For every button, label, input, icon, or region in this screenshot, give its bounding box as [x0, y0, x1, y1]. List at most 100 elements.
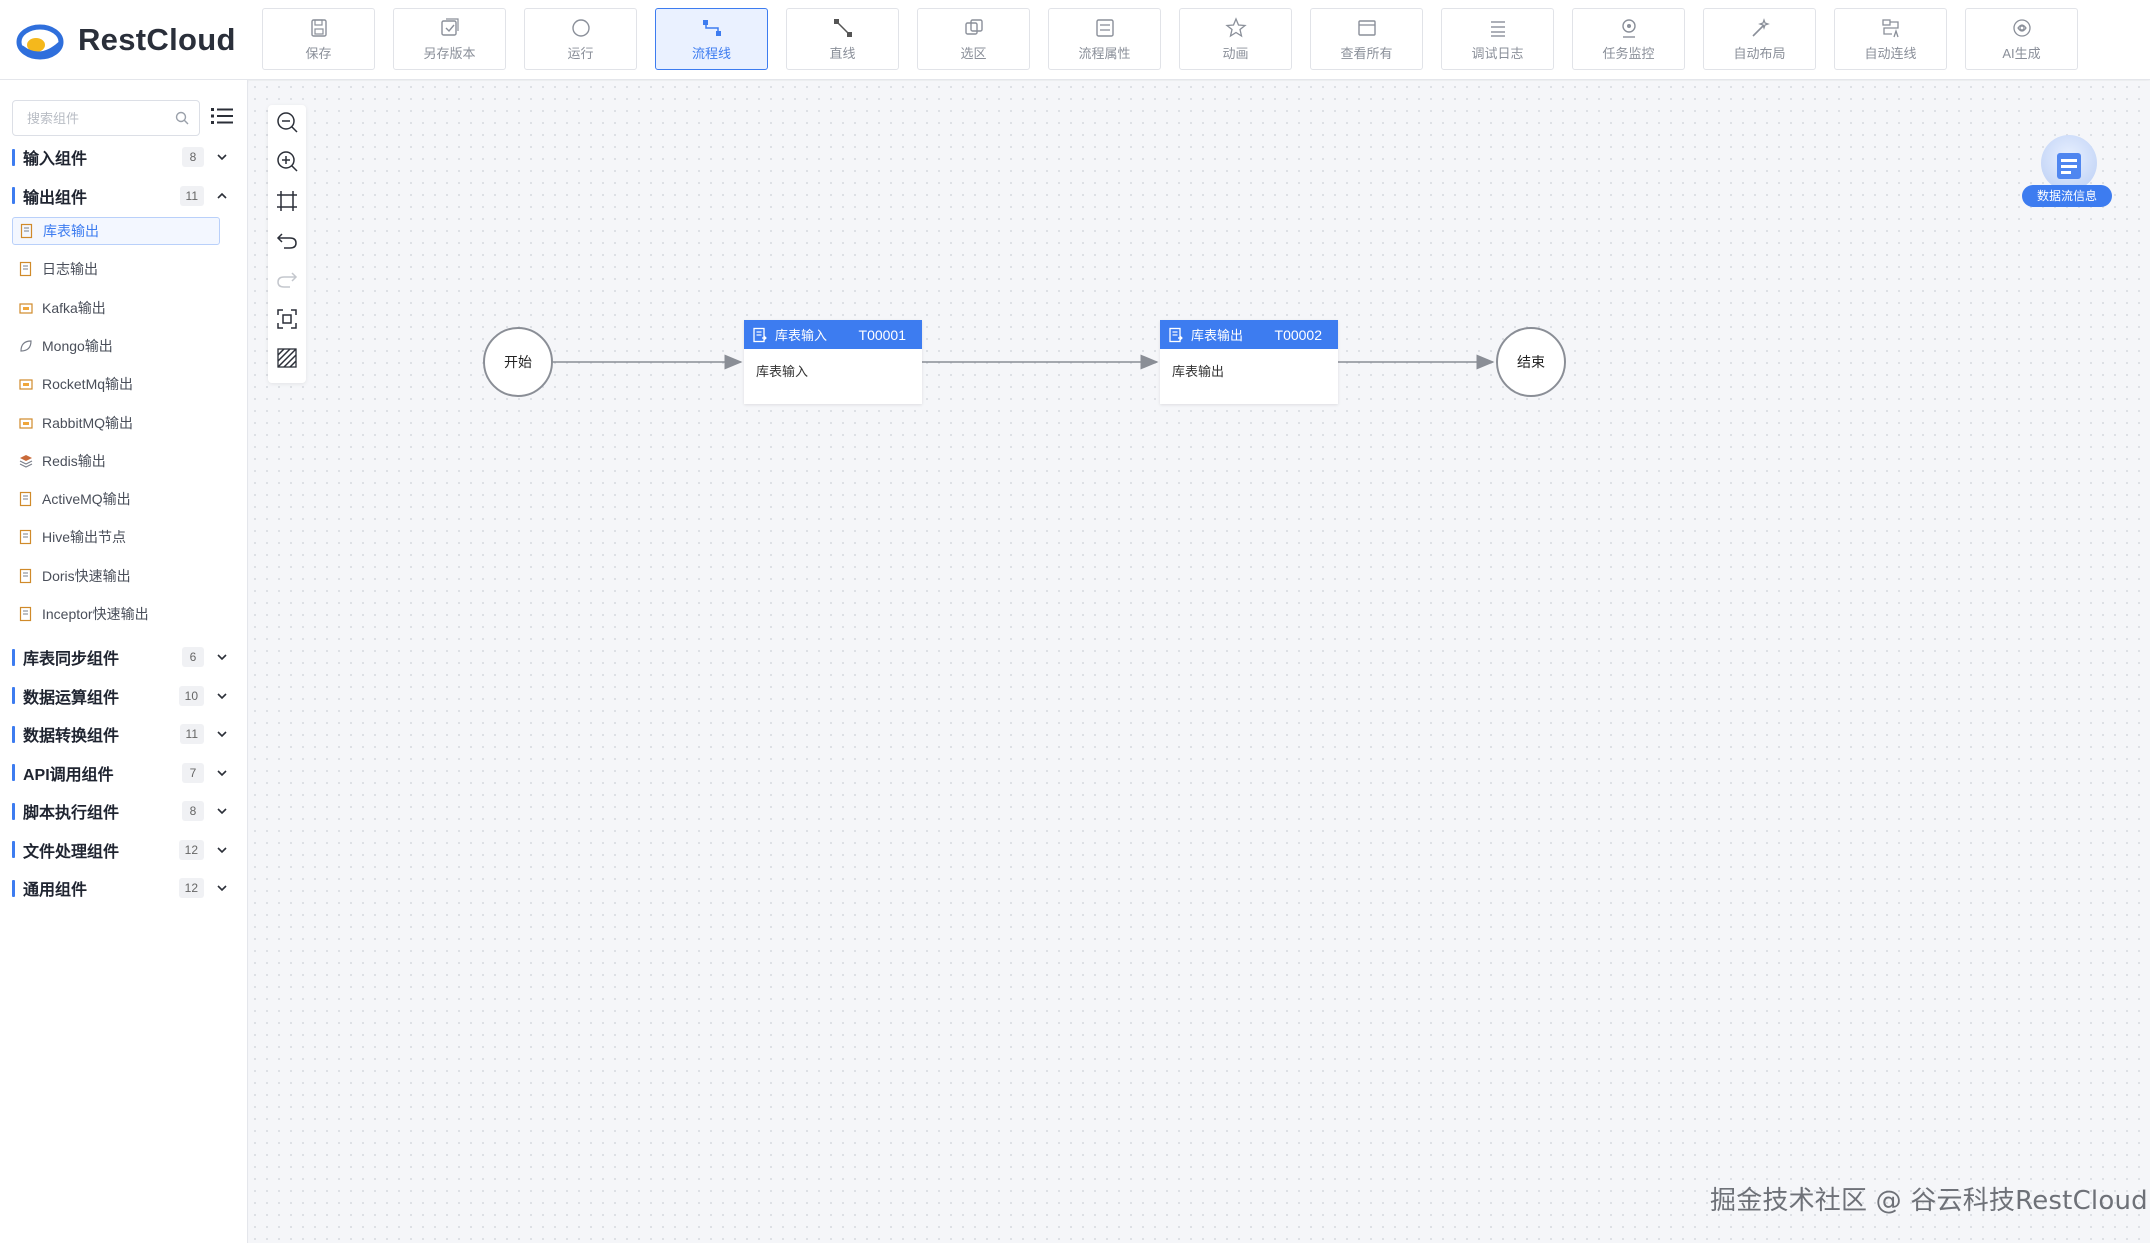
toolbar-button-auto-connect[interactable]: 自动连线	[1834, 8, 1947, 70]
task-node-name: 库表输入	[756, 364, 809, 379]
toolbar-button-animation[interactable]: 动画	[1179, 8, 1292, 70]
toolbar-button-run[interactable]: 运行	[524, 8, 637, 70]
start-node[interactable]: 开始	[483, 327, 553, 397]
chevron-down-icon[interactable]	[216, 805, 228, 817]
component-item[interactable]: Doris快速输出	[12, 562, 220, 590]
category-6[interactable]: API调用组件 7	[12, 758, 228, 788]
auto-connect-icon	[1881, 18, 1899, 37]
flow-canvas[interactable]: 开始 库表输入 T00001 库表输入 库表输出 T00002 库表输出 结束 …	[249, 81, 2150, 1243]
category-name: 文件处理组件	[23, 843, 120, 861]
component-item[interactable]: 库表输出	[12, 217, 220, 245]
task-node-t00002[interactable]: 库表输出 T00002 库表输出	[1160, 320, 1338, 404]
logo-text: RestCloud	[78, 22, 236, 57]
chevron-down-icon[interactable]	[216, 728, 228, 740]
toolbar-button-save-version[interactable]: 另存版本	[393, 8, 506, 70]
data-flow-info-button[interactable]: 数据流信息	[2022, 135, 2112, 209]
category-accent-bar	[12, 764, 15, 782]
save-version-icon	[440, 17, 459, 36]
toolbar-button-straight-line[interactable]: 直线	[786, 8, 899, 70]
component-item[interactable]: RabbitMQ输出	[12, 409, 220, 437]
toolbar-button-save[interactable]: 保存	[262, 8, 375, 70]
component-item[interactable]: Hive输出节点	[12, 523, 220, 551]
hive-output-icon	[19, 530, 32, 545]
category-accent-bar	[12, 841, 15, 859]
category-3[interactable]: 库表同步组件 6	[12, 642, 228, 672]
component-search-input[interactable]	[13, 101, 173, 135]
search-icon[interactable]	[175, 111, 189, 125]
toolbar-button-flow-line[interactable]: 流程线	[655, 8, 768, 70]
end-node[interactable]: 结束	[1496, 327, 1566, 397]
category-1[interactable]: 输入组件 8	[12, 142, 228, 172]
toolbar-button-flow-properties[interactable]: 流程属性	[1048, 8, 1161, 70]
toolbar-button-selection[interactable]: 选区	[917, 8, 1030, 70]
category-name: 通用组件	[23, 882, 88, 900]
toolbar-button-auto-layout[interactable]: 自动布局	[1703, 8, 1816, 70]
toolbar-button-ai-generate[interactable]: AI生成	[1965, 8, 2078, 70]
category-count: 10	[178, 685, 204, 706]
component-item-label: RocketMq输出	[42, 376, 134, 393]
category-count: 7	[182, 762, 204, 783]
category-name: 输入组件	[23, 151, 88, 168]
grid-toggle-icon[interactable]	[275, 346, 299, 370]
category-5[interactable]: 数据转换组件 11	[12, 719, 228, 749]
toolbar-button-label: AI生成	[2002, 45, 2041, 61]
zoom-in-icon[interactable]	[275, 149, 299, 173]
category-count: 8	[182, 801, 204, 822]
list-view-icon[interactable]	[210, 104, 234, 128]
kafka-output-icon	[19, 302, 33, 314]
toolbar-button-label: 动画	[1222, 45, 1249, 61]
category-accent-bar	[12, 802, 15, 820]
category-7[interactable]: 脚本执行组件 8	[12, 796, 228, 826]
category-8[interactable]: 文件处理组件 12	[12, 835, 228, 865]
chevron-down-icon[interactable]	[216, 882, 228, 894]
mongo-output-icon	[20, 340, 32, 352]
component-item[interactable]: Redis输出	[12, 447, 220, 475]
rocketmq-output-icon	[19, 379, 33, 390]
component-item-label: Kafka输出	[42, 299, 106, 316]
toolbar-button-label: 流程线	[691, 45, 731, 61]
chevron-down-icon[interactable]	[216, 151, 228, 163]
straight-line-icon	[833, 18, 852, 37]
flow-edges	[552, 354, 1495, 370]
canvas-zoom-toolbar	[268, 105, 306, 383]
component-item[interactable]: Inceptor快速输出	[12, 600, 220, 628]
component-item[interactable]: ActiveMQ输出	[12, 485, 220, 513]
component-item-label: ActiveMQ输出	[42, 491, 131, 508]
component-item[interactable]: Kafka输出	[12, 294, 220, 322]
chevron-down-icon[interactable]	[216, 767, 228, 779]
category-name: 数据转换组件	[23, 728, 120, 746]
component-item-label: Mongo输出	[42, 337, 113, 354]
chevron-down-icon[interactable]	[216, 651, 228, 663]
undo-icon[interactable]	[275, 228, 299, 252]
category-count: 12	[178, 878, 204, 899]
redo-icon	[277, 272, 298, 288]
chevron-down-icon[interactable]	[216, 690, 228, 702]
category-9[interactable]: 通用组件 12	[12, 873, 228, 903]
task-node-t00001[interactable]: 库表输入 T00001 库表输入	[744, 320, 922, 404]
fullscreen-icon[interactable]	[275, 307, 299, 331]
toolbar-button-view-all[interactable]: 查看所有	[1310, 8, 1423, 70]
toolbar-button-task-monitor[interactable]: 任务监控	[1572, 8, 1685, 70]
toolbar: 保存 另存版本 运行 流程线 直线 选区 流程属性 动画 查看所有 调试日志 任…	[262, 8, 2078, 70]
task-node-type: 库表输入	[775, 328, 828, 343]
toolbar-button-label: 流程属性	[1078, 45, 1131, 61]
toolbar-button-label: 自动连线	[1864, 45, 1917, 61]
category-4[interactable]: 数据运算组件 10	[12, 681, 228, 711]
ai-generate-icon	[2012, 18, 2031, 37]
category-count: 11	[179, 185, 204, 206]
component-item[interactable]: 日志输出	[12, 255, 220, 283]
save-icon	[310, 18, 327, 37]
toolbar-button-debug-log[interactable]: 调试日志	[1441, 8, 1554, 70]
doris-output-icon	[19, 568, 32, 583]
component-item-label: 日志输出	[42, 261, 98, 278]
category-2[interactable]: 输出组件 11	[12, 181, 228, 211]
zoom-out-icon[interactable]	[275, 110, 299, 134]
end-node-label: 结束	[1517, 354, 1545, 370]
component-item[interactable]: RocketMq输出	[12, 370, 220, 398]
component-search[interactable]	[12, 100, 200, 136]
component-item[interactable]: Mongo输出	[12, 332, 220, 360]
chevron-down-icon[interactable]	[216, 844, 228, 856]
toolbar-button-label: 任务监控	[1602, 45, 1655, 61]
fit-view-icon[interactable]	[275, 189, 299, 213]
chevron-up-icon[interactable]	[216, 190, 228, 202]
